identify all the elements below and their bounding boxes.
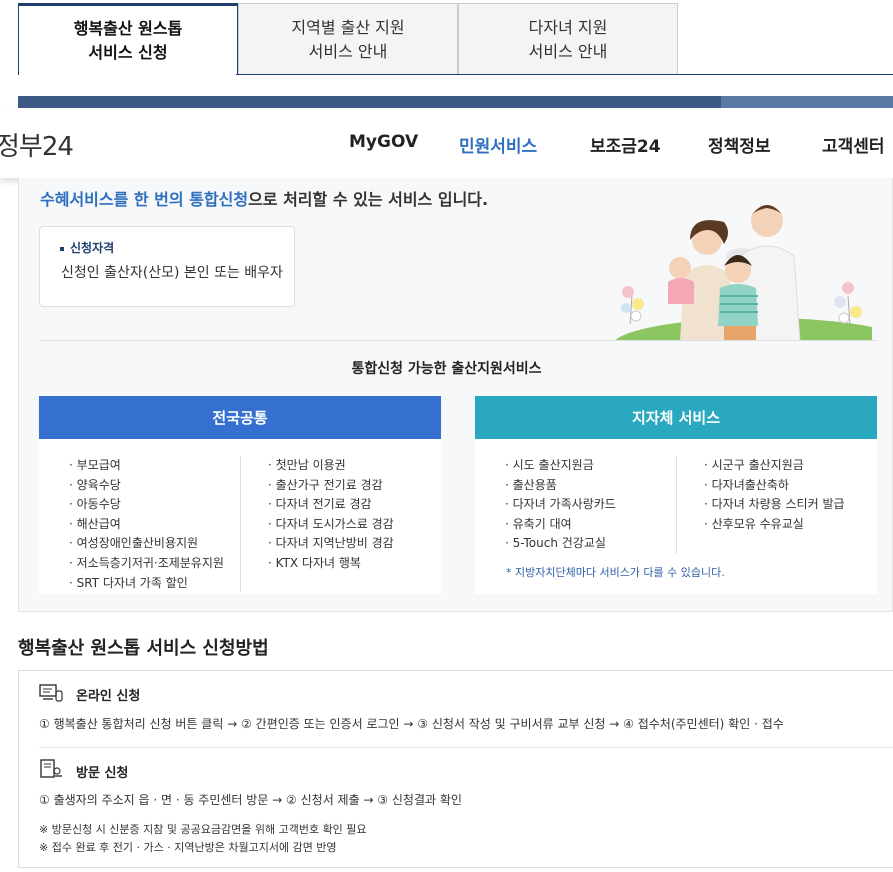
- national-col2: 첫만남 이용권 출산가구 전기료 경감 다자녀 전기료 경감 다자녀 도시가스료…: [268, 456, 394, 574]
- qualification-box: 신청자격 신청인 출산자(산모) 본인 또는 배우자: [39, 226, 295, 307]
- local-services-box: 지자체 서비스 시도 출산지원금 출산용품 다자녀 가족사랑카드 유축기 대여 …: [475, 396, 877, 594]
- nav-customer-center[interactable]: 고객센터: [822, 132, 885, 157]
- local-services-header: 지자체 서비스: [475, 396, 877, 439]
- list-item: SRT 다자녀 가족 할인: [69, 574, 224, 594]
- list-item: 아동수당: [69, 495, 224, 515]
- national-services-box: 전국공통 부모급여 양육수당 아동수당 해산급여 여성장애인출산비용지원 저소득…: [39, 396, 441, 594]
- list-item: 여성장애인출산비용지원: [69, 534, 224, 554]
- site-header: 정부24 MyGOV 민원서비스 보조금24 정책정보 고객센터: [0, 108, 893, 178]
- local-col1: 시도 출산지원금 출산용품 다자녀 가족사랑카드 유축기 대여 5-Touch …: [505, 456, 616, 554]
- nav-civil-service[interactable]: 민원서비스: [459, 132, 537, 157]
- list-item: 해산급여: [69, 515, 224, 535]
- list-item: 첫만남 이용권: [268, 456, 394, 476]
- intro-text: 수혜서비스를 한 번의 통합신청으로 처리할 수 있는 서비스 입니다.: [40, 186, 488, 210]
- list-item: 다자녀 전기료 경감: [268, 495, 394, 515]
- qualification-title: 신청자격: [60, 239, 114, 256]
- column-divider: [676, 456, 677, 554]
- family-illustration: [614, 205, 872, 341]
- nav-subsidy24[interactable]: 보조금24: [590, 132, 661, 157]
- tab-regional-support[interactable]: 지역별 출산 지원 서비스 안내: [238, 3, 458, 75]
- list-item: 유축기 대여: [505, 515, 616, 535]
- list-item: 출산가구 전기료 경감: [268, 476, 394, 496]
- list-item: 출산용품: [505, 476, 616, 496]
- list-item: 5-Touch 건강교실: [505, 534, 616, 554]
- intro-rest: 으로 처리할 수 있는 서비스 입니다.: [248, 190, 489, 209]
- document-stamp-icon: [40, 759, 62, 778]
- site-logo[interactable]: 정부24: [0, 126, 74, 163]
- list-item: 다자녀 차량용 스티커 발급: [704, 495, 845, 515]
- tab-underline: [236, 74, 893, 75]
- service-tabs: 행복출산 원스톱 서비스 신청 지역별 출산 지원 서비스 안내 다자녀 지원 …: [18, 3, 678, 75]
- tab-onestop-apply[interactable]: 행복출산 원스톱 서비스 신청: [18, 3, 238, 75]
- list-item: 저소득층기저귀·조제분유지원: [69, 554, 224, 574]
- list-item: KTX 다자녀 행복: [268, 554, 394, 574]
- visit-note: ※ 접수 완료 후 전기 · 가스 · 지역난방은 차월고지서에 감면 반영: [39, 841, 337, 854]
- section-divider: [39, 340, 877, 341]
- online-apply-title: 온라인 신청: [76, 689, 141, 704]
- list-item: 시군구 출산지원금: [704, 456, 845, 476]
- list-item: 부모급여: [69, 456, 224, 476]
- column-divider: [240, 456, 241, 592]
- method-box: 온라인 신청 ① 행복출산 통합처리 신청 버튼 클릭 → ② 간편인증 또는 …: [18, 670, 893, 868]
- computer-icon: [39, 684, 63, 702]
- list-item: 시도 출산지원금: [505, 456, 616, 476]
- method-divider: [39, 747, 893, 748]
- list-item: 산후모유 수유교실: [704, 515, 845, 535]
- visit-note: ※ 방문신청 시 신분증 지참 및 공공요금감면을 위해 고객번호 확인 필요: [39, 823, 367, 836]
- list-item: 다자녀출산축하: [704, 476, 845, 496]
- qualification-value: 신청인 출산자(산모) 본인 또는 배우자: [61, 265, 283, 281]
- intro-highlight: 수혜서비스를 한 번의 통합신청: [40, 190, 249, 209]
- list-item: 다자녀 도시가스료 경감: [268, 515, 394, 535]
- visit-apply-title: 방문 신청: [76, 766, 129, 781]
- services-title: 통합신청 가능한 출산지원서비스: [351, 361, 542, 377]
- local-services-note: * 지방자치단체마다 서비스가 다를 수 있습니다.: [506, 566, 725, 579]
- national-col1: 부모급여 양육수당 아동수당 해산급여 여성장애인출산비용지원 저소득층기저귀·…: [69, 456, 224, 593]
- nav-policy-info[interactable]: 정책정보: [708, 132, 771, 157]
- online-apply-steps: ① 행복출산 통합처리 신청 버튼 클릭 → ② 간편인증 또는 인증서 로그인…: [39, 717, 784, 731]
- tab-multichild-support[interactable]: 다자녀 지원 서비스 안내: [458, 3, 678, 75]
- method-title: 행복출산 원스톱 서비스 신청방법: [18, 638, 269, 659]
- local-col2: 시군구 출산지원금 다자녀출산축하 다자녀 차량용 스티커 발급 산후모유 수유…: [704, 456, 845, 534]
- list-item: 양육수당: [69, 476, 224, 496]
- list-item: 다자녀 지역난방비 경감: [268, 534, 394, 554]
- visit-apply-steps: ① 출생자의 주소지 읍 · 면 · 동 주민센터 방문 → ② 신청서 제출 …: [39, 793, 462, 807]
- nav-mygov[interactable]: MyGOV: [349, 132, 418, 152]
- list-item: 다자녀 가족사랑카드: [505, 495, 616, 515]
- national-services-header: 전국공통: [39, 396, 441, 439]
